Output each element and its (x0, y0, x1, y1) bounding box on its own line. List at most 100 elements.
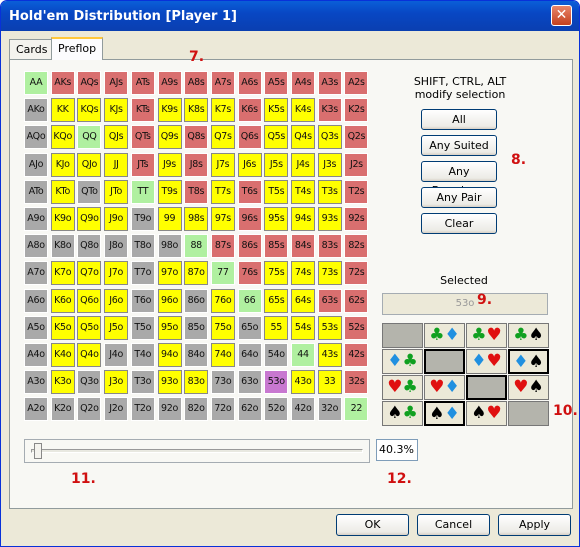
hand-cell[interactable]: K4o (50, 343, 75, 367)
suit-combo-cell[interactable] (508, 401, 549, 426)
hand-cell[interactable]: 55 (264, 315, 289, 340)
hand-cell[interactable]: 53o (264, 370, 289, 395)
hand-cell[interactable]: J7s (210, 152, 235, 177)
hand-cell[interactable]: J6o (104, 288, 129, 313)
hand-cell[interactable]: 95o (157, 315, 182, 340)
hand-cell[interactable]: Q3o (77, 370, 102, 395)
hand-cell[interactable]: KQs (77, 98, 102, 123)
suit-combo-cell[interactable] (466, 375, 507, 400)
hand-cell[interactable]: 76o (210, 288, 235, 313)
hand-cell[interactable]: 43s (317, 343, 342, 367)
hand-cell[interactable]: Q6s (237, 125, 262, 150)
hand-cell[interactable]: 63o (237, 370, 262, 395)
hand-cell[interactable]: T2o (130, 397, 155, 422)
hand-cell[interactable]: JTo (104, 179, 129, 204)
hand-cell[interactable]: 94o (157, 343, 182, 367)
hand-cell[interactable]: K2s (344, 98, 369, 123)
hand-cell[interactable]: Q5o (77, 315, 102, 340)
hand-cell[interactable]: Q5s (264, 125, 289, 150)
hand-cell[interactable]: AJs (104, 71, 129, 95)
hand-cell[interactable]: 97o (157, 261, 182, 286)
hand-cell[interactable]: A7o (24, 261, 48, 286)
tab-preflop[interactable]: Preflop (51, 37, 104, 60)
hand-cell[interactable]: A8s (184, 71, 209, 95)
hand-cell[interactable]: T3o (130, 370, 155, 395)
hand-cell[interactable]: KK (50, 98, 75, 123)
suit-combo-cell[interactable]: ♠♥ (466, 401, 507, 426)
any-broadway-button[interactable]: Any Broadway (421, 161, 497, 197)
hand-cell[interactable]: 22 (344, 397, 369, 422)
hand-cell[interactable]: T4o (130, 343, 155, 367)
any-suited-button[interactable]: Any Suited (421, 135, 497, 156)
suit-combo-cell[interactable]: ♣♥ (466, 323, 507, 348)
any-pair-button[interactable]: Any Pair (421, 187, 497, 208)
cancel-button[interactable]: Cancel (417, 514, 490, 536)
hand-cell[interactable]: A7s (210, 71, 235, 95)
hand-cell[interactable]: 92s (344, 207, 369, 231)
hand-cell[interactable]: 73s (317, 261, 342, 286)
hand-cell[interactable]: 32o (317, 397, 342, 422)
hand-cell[interactable]: A2o (24, 397, 48, 422)
hand-cell[interactable]: Q9s (157, 125, 182, 150)
hand-cell[interactable]: K8s (184, 98, 209, 123)
hand-cell[interactable]: 82o (184, 397, 209, 422)
hand-cell[interactable]: 64s (291, 288, 315, 313)
suit-combo-cell[interactable]: ♥♠ (508, 375, 549, 400)
hand-cell[interactable]: 86o (184, 288, 209, 313)
hand-cell[interactable]: J2o (104, 397, 129, 422)
range-percent-field[interactable]: 40.3% (376, 439, 418, 461)
suit-combo-cell[interactable]: ♦♣ (382, 349, 423, 374)
hand-cell[interactable]: KQo (50, 125, 75, 150)
hand-cell[interactable]: 88 (184, 234, 209, 259)
hand-cell[interactable]: 63s (317, 288, 342, 313)
hand-cell[interactable]: AA (24, 71, 48, 95)
hand-cell[interactable]: T9s (157, 179, 182, 204)
hand-cell[interactable]: KJs (104, 98, 129, 123)
hand-cell[interactable]: AKs (50, 71, 75, 95)
hand-cell[interactable]: 83s (317, 234, 342, 259)
hand-cell[interactable]: 85s (264, 234, 289, 259)
hand-cell[interactable]: 95s (264, 207, 289, 231)
hand-cell[interactable]: JTs (130, 152, 155, 177)
suit-combo-cell[interactable] (382, 323, 423, 348)
hand-cell[interactable]: T7o (130, 261, 155, 286)
hand-cell[interactable]: 98s (184, 207, 209, 231)
all-button[interactable]: All (421, 109, 497, 130)
hand-cell[interactable]: Q9o (77, 207, 102, 231)
hand-cell[interactable]: A6o (24, 288, 48, 313)
suit-combo-cell[interactable]: ♣♦ (424, 323, 465, 348)
hand-cell[interactable]: T2s (344, 179, 369, 204)
hand-cell[interactable]: T3s (317, 179, 342, 204)
hand-cell[interactable]: K4s (291, 98, 315, 123)
hand-cell[interactable]: 32s (344, 370, 369, 395)
hand-cell[interactable]: J5o (104, 315, 129, 340)
hand-cell[interactable]: 72s (344, 261, 369, 286)
hand-cell[interactable]: QJo (77, 152, 102, 177)
suit-combo-cell[interactable]: ♦♠ (508, 349, 549, 374)
hand-cell[interactable]: T5o (130, 315, 155, 340)
hand-cell[interactable]: 93o (157, 370, 182, 395)
slider-thumb[interactable] (34, 443, 42, 459)
suit-combo-cell[interactable]: ♥♣ (382, 375, 423, 400)
hand-cell[interactable]: 54s (291, 315, 315, 340)
hand-cell[interactable]: QQ (77, 125, 102, 150)
hand-cell[interactable]: K9s (157, 98, 182, 123)
hand-cell[interactable]: Q6o (77, 288, 102, 313)
hand-cell[interactable]: A2s (344, 71, 369, 95)
hand-cell[interactable]: 97s (210, 207, 235, 231)
hand-cell[interactable]: A4s (291, 71, 315, 95)
hand-cell[interactable]: 84s (291, 234, 315, 259)
hand-cell[interactable]: 82s (344, 234, 369, 259)
hand-cell[interactable]: 98o (157, 234, 182, 259)
hand-cell[interactable]: AKo (24, 98, 48, 123)
hand-cell[interactable]: 75o (210, 315, 235, 340)
hand-cell[interactable]: Q7s (210, 125, 235, 150)
hand-cell[interactable]: K9o (50, 207, 75, 231)
hand-cell[interactable]: 94s (291, 207, 315, 231)
suit-combo-cell[interactable]: ♥♦ (424, 375, 465, 400)
hand-cell[interactable]: A5o (24, 315, 48, 340)
hand-cell[interactable]: 74s (291, 261, 315, 286)
hand-cell[interactable]: J8o (104, 234, 129, 259)
hand-cell[interactable]: 65s (264, 288, 289, 313)
hand-cell[interactable]: A3o (24, 370, 48, 395)
